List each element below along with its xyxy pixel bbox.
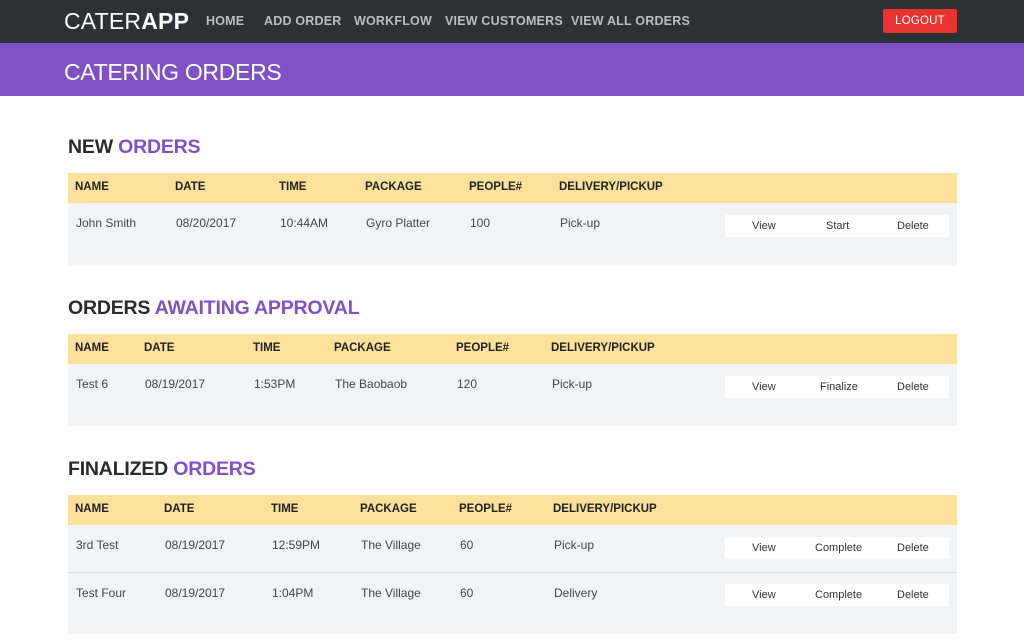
row-actions: View Start Delete bbox=[725, 215, 949, 237]
page-title: CATERING ORDERS bbox=[64, 59, 282, 85]
col-date: DATE bbox=[175, 181, 206, 193]
section-title-accent: ORDERS bbox=[173, 458, 256, 480]
col-delivery: DELIVERY/PICKUP bbox=[553, 503, 657, 515]
cell-date: 08/19/2017 bbox=[165, 586, 226, 600]
view-button[interactable]: View bbox=[752, 381, 776, 393]
cell-people: 60 bbox=[460, 538, 474, 552]
table-row: Test 6 08/19/2017 1:53PM The Baobaob 120… bbox=[68, 364, 957, 426]
table-row: Test Four 08/19/2017 1:04PM The Village … bbox=[68, 572, 957, 634]
cell-time: 12:59PM bbox=[272, 538, 321, 552]
view-button[interactable]: View bbox=[752, 542, 776, 554]
section-title-awaiting-approval: ORDERS AWAITING APPROVAL bbox=[68, 297, 360, 320]
complete-button[interactable]: Complete bbox=[815, 542, 862, 554]
table-header: NAME DATE TIME PACKAGE PEOPLE# DELIVERY/… bbox=[68, 173, 957, 203]
cell-delivery: Pick-up bbox=[560, 216, 601, 230]
section-title-new-orders: NEW ORDERS bbox=[68, 136, 201, 159]
cell-name: Test Four bbox=[76, 586, 127, 600]
section-title-accent: ORDERS bbox=[118, 136, 201, 158]
cell-package: The Village bbox=[361, 586, 421, 600]
col-date: DATE bbox=[164, 503, 195, 515]
top-navbar: CATERAPP HOME ADD ORDER WORKFLOW VIEW CU… bbox=[0, 0, 1024, 43]
nav-view-all-orders[interactable]: VIEW ALL ORDERS bbox=[571, 14, 690, 28]
col-name: NAME bbox=[75, 342, 109, 354]
app-logo[interactable]: CATERAPP bbox=[64, 8, 189, 35]
col-delivery: DELIVERY/PICKUP bbox=[559, 181, 663, 193]
section-title-dark: FINALIZED bbox=[68, 458, 174, 480]
cell-package: Gyro Platter bbox=[366, 216, 431, 230]
section-title-finalized-orders: FINALIZED ORDERS bbox=[68, 458, 256, 481]
page-header: CATERING ORDERS bbox=[0, 43, 1024, 96]
section-title-dark: NEW bbox=[68, 136, 119, 158]
cell-name: 3rd Test bbox=[76, 538, 119, 552]
table-row: John Smith 08/20/2017 10:44AM Gyro Platt… bbox=[68, 203, 957, 265]
section-title-dark: ORDERS bbox=[68, 297, 155, 319]
col-name: NAME bbox=[75, 503, 109, 515]
cell-date: 08/20/2017 bbox=[176, 216, 237, 230]
delete-button[interactable]: Delete bbox=[897, 220, 929, 232]
cell-package: The Village bbox=[361, 538, 421, 552]
brand-light: CATER bbox=[64, 8, 142, 34]
cell-people: 100 bbox=[470, 216, 491, 230]
cell-time: 1:04PM bbox=[272, 586, 314, 600]
row-actions: View Complete Delete bbox=[725, 584, 949, 606]
cell-date: 08/19/2017 bbox=[145, 377, 206, 391]
nav-add-order[interactable]: ADD ORDER bbox=[264, 14, 342, 28]
logout-button[interactable]: LOGOUT bbox=[883, 9, 957, 33]
table-header: NAME DATE TIME PACKAGE PEOPLE# DELIVERY/… bbox=[68, 495, 957, 525]
view-button[interactable]: View bbox=[752, 220, 776, 232]
cell-package: The Baobaob bbox=[335, 377, 408, 391]
start-button[interactable]: Start bbox=[826, 220, 849, 232]
col-people: PEOPLE# bbox=[459, 503, 513, 515]
col-delivery: DELIVERY/PICKUP bbox=[551, 342, 655, 354]
table-row: 3rd Test 08/19/2017 12:59PM The Village … bbox=[68, 525, 957, 572]
row-actions: View Finalize Delete bbox=[725, 376, 949, 398]
table-header: NAME DATE TIME PACKAGE PEOPLE# DELIVERY/… bbox=[68, 334, 957, 364]
nav-view-customers[interactable]: VIEW CUSTOMERS bbox=[445, 14, 563, 28]
row-actions: View Complete Delete bbox=[725, 537, 949, 559]
nav-home[interactable]: HOME bbox=[206, 14, 244, 28]
cell-delivery: Delivery bbox=[554, 586, 598, 600]
section-title-accent: AWAITING APPROVAL bbox=[154, 297, 360, 319]
cell-time: 1:53PM bbox=[254, 377, 296, 391]
cell-date: 08/19/2017 bbox=[165, 538, 226, 552]
col-time: TIME bbox=[271, 503, 299, 515]
col-package: PACKAGE bbox=[334, 342, 391, 354]
cell-people: 120 bbox=[457, 377, 478, 391]
cell-delivery: Pick-up bbox=[552, 377, 593, 391]
col-package: PACKAGE bbox=[365, 181, 422, 193]
col-name: NAME bbox=[75, 181, 109, 193]
col-time: TIME bbox=[279, 181, 307, 193]
nav-workflow[interactable]: WORKFLOW bbox=[354, 14, 432, 28]
delete-button[interactable]: Delete bbox=[897, 589, 929, 601]
finalize-button[interactable]: Finalize bbox=[820, 381, 858, 393]
delete-button[interactable]: Delete bbox=[897, 381, 929, 393]
cell-people: 60 bbox=[460, 586, 474, 600]
col-people: PEOPLE# bbox=[456, 342, 510, 354]
cell-name: John Smith bbox=[76, 216, 137, 230]
cell-name: Test 6 bbox=[76, 377, 109, 391]
col-people: PEOPLE# bbox=[469, 181, 523, 193]
cell-delivery: Pick-up bbox=[554, 538, 595, 552]
col-time: TIME bbox=[253, 342, 281, 354]
col-date: DATE bbox=[144, 342, 175, 354]
view-button[interactable]: View bbox=[752, 589, 776, 601]
col-package: PACKAGE bbox=[360, 503, 417, 515]
delete-button[interactable]: Delete bbox=[897, 542, 929, 554]
complete-button[interactable]: Complete bbox=[815, 589, 862, 601]
cell-time: 10:44AM bbox=[280, 216, 329, 230]
brand-bold: APP bbox=[141, 8, 190, 34]
